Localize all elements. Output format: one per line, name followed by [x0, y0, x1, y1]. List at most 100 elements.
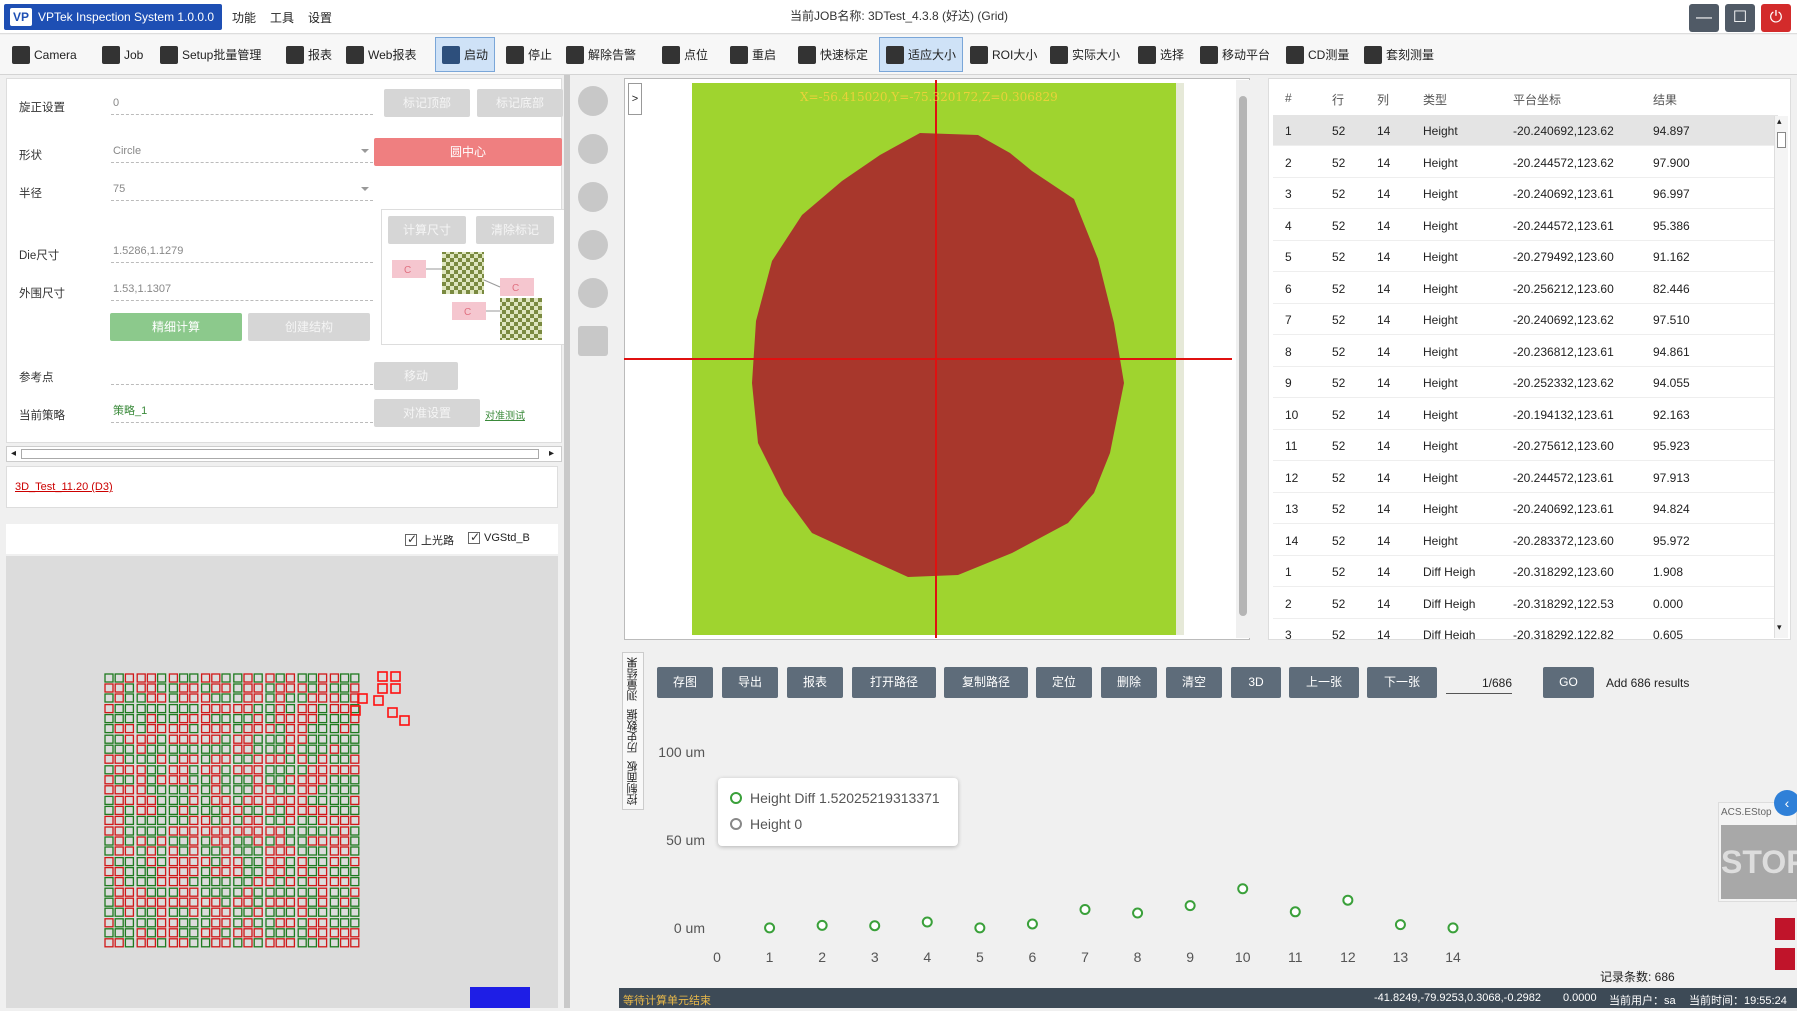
- die-cell[interactable]: [189, 744, 199, 754]
- die-cell[interactable]: [156, 846, 167, 856]
- die-cell[interactable]: [329, 897, 340, 907]
- die-cell[interactable]: [329, 754, 340, 764]
- die-cell[interactable]: [211, 866, 221, 877]
- die-cell[interactable]: [104, 713, 114, 724]
- actual-size-button[interactable]: 实际大小: [1044, 37, 1126, 72]
- clear-alarm-button[interactable]: 解除告警: [560, 37, 642, 72]
- report-button[interactable]: 报表: [280, 37, 338, 72]
- die-cell[interactable]: [178, 775, 189, 785]
- die-cell[interactable]: [253, 734, 263, 744]
- die-cell[interactable]: [136, 918, 146, 928]
- die-cell[interactable]: [233, 907, 243, 917]
- die-cell[interactable]: [275, 683, 285, 693]
- die-cell[interactable]: [317, 765, 328, 775]
- die-cell[interactable]: [339, 775, 350, 785]
- die-cell[interactable]: [317, 673, 328, 683]
- die-cell[interactable]: [168, 673, 179, 683]
- die-cell[interactable]: [253, 723, 263, 734]
- die-cell[interactable]: [233, 928, 243, 938]
- die-cell[interactable]: [329, 938, 340, 948]
- data-point[interactable]: [1289, 906, 1301, 918]
- die-cell[interactable]: [317, 826, 328, 836]
- die-cell[interactable]: [211, 836, 221, 846]
- die-cell[interactable]: [168, 907, 179, 917]
- table-row[interactable]: 5 52 14 Height -20.279492,123.60 91.162: [1273, 241, 1778, 272]
- die-cell[interactable]: [275, 713, 285, 724]
- die-cell[interactable]: [317, 775, 328, 785]
- die-cell[interactable]: [178, 846, 189, 856]
- die-cell[interactable]: [200, 683, 211, 693]
- die-cell[interactable]: [285, 703, 296, 714]
- die-cell[interactable]: [211, 765, 221, 775]
- die-cell[interactable]: [178, 866, 189, 877]
- stop-button[interactable]: 停止: [500, 37, 558, 72]
- die-cell[interactable]: [168, 734, 179, 744]
- die-cell[interactable]: [265, 938, 275, 948]
- vgstd-checkbox[interactable]: VGStd_B: [468, 530, 530, 544]
- report-bottom-button[interactable]: 报表: [787, 667, 843, 698]
- die-cell[interactable]: [114, 703, 124, 714]
- die-cell[interactable]: [297, 887, 307, 897]
- data-point[interactable]: [1079, 904, 1091, 916]
- die-cell[interactable]: [275, 876, 285, 887]
- data-point[interactable]: [764, 922, 776, 934]
- die-cell[interactable]: [114, 754, 124, 764]
- die-cell[interactable]: [329, 836, 340, 846]
- table-row[interactable]: 3 52 14 Height -20.240692,123.61 96.997: [1273, 178, 1778, 209]
- die-cell[interactable]: [124, 907, 135, 917]
- die-cell[interactable]: [146, 775, 157, 785]
- die-cell[interactable]: [189, 887, 199, 897]
- die-cell[interactable]: [189, 723, 199, 734]
- die-cell[interactable]: [211, 928, 221, 938]
- die-cell[interactable]: [297, 815, 307, 826]
- die-cell[interactable]: [329, 723, 340, 734]
- die-cell[interactable]: [124, 683, 135, 693]
- die-cell[interactable]: [114, 805, 124, 816]
- die-cell[interactable]: [136, 723, 146, 734]
- die-cell[interactable]: [339, 826, 350, 836]
- align-test-link[interactable]: 对准测试: [485, 407, 525, 422]
- die-cell[interactable]: [189, 703, 199, 714]
- die-cell[interactable]: [243, 815, 253, 826]
- die-cell[interactable]: [221, 703, 231, 714]
- die-cell[interactable]: [124, 815, 135, 826]
- die-cell[interactable]: [189, 693, 199, 703]
- die-cell[interactable]: [189, 754, 199, 764]
- die-cell[interactable]: [146, 734, 157, 744]
- die-cell[interactable]: [307, 693, 318, 703]
- die-cell[interactable]: [243, 918, 253, 928]
- die-cell[interactable]: [136, 775, 146, 785]
- die-cell[interactable]: [265, 815, 275, 826]
- die-cell[interactable]: [156, 928, 167, 938]
- die-cell[interactable]: [243, 795, 253, 806]
- horizontal-scrollbar[interactable]: ◂ ▸: [6, 446, 562, 462]
- die-cell-outside[interactable]: [399, 715, 410, 726]
- die-cell[interactable]: [104, 918, 114, 928]
- table-row[interactable]: 2 52 14 Height -20.244572,123.62 97.900: [1273, 147, 1778, 178]
- die-cell[interactable]: [317, 938, 328, 948]
- die-cell[interactable]: [211, 805, 221, 816]
- die-cell[interactable]: [211, 775, 221, 785]
- die-cell[interactable]: [265, 693, 275, 703]
- die-cell[interactable]: [275, 795, 285, 806]
- die-cell[interactable]: [156, 815, 167, 826]
- die-cell[interactable]: [307, 897, 318, 907]
- die-cell[interactable]: [221, 897, 231, 907]
- roi-size-button[interactable]: ROI大小: [964, 37, 1043, 72]
- die-cell[interactable]: [211, 785, 221, 795]
- die-cell[interactable]: [156, 734, 167, 744]
- die-cell[interactable]: [275, 918, 285, 928]
- die-cell[interactable]: [104, 693, 114, 703]
- die-cell[interactable]: [200, 765, 211, 775]
- die-cell[interactable]: [200, 887, 211, 897]
- die-cell[interactable]: [114, 723, 124, 734]
- die-cell[interactable]: [104, 734, 114, 744]
- table-row[interactable]: 7 52 14 Height -20.240692,123.62 97.510: [1273, 304, 1778, 335]
- die-cell[interactable]: [200, 836, 211, 846]
- die-cell[interactable]: [200, 744, 211, 754]
- die-cell[interactable]: [221, 775, 231, 785]
- die-cell[interactable]: [329, 683, 340, 693]
- die-cell[interactable]: [156, 795, 167, 806]
- align-setup-button[interactable]: 对准设置: [374, 399, 480, 427]
- die-cell[interactable]: [124, 765, 135, 775]
